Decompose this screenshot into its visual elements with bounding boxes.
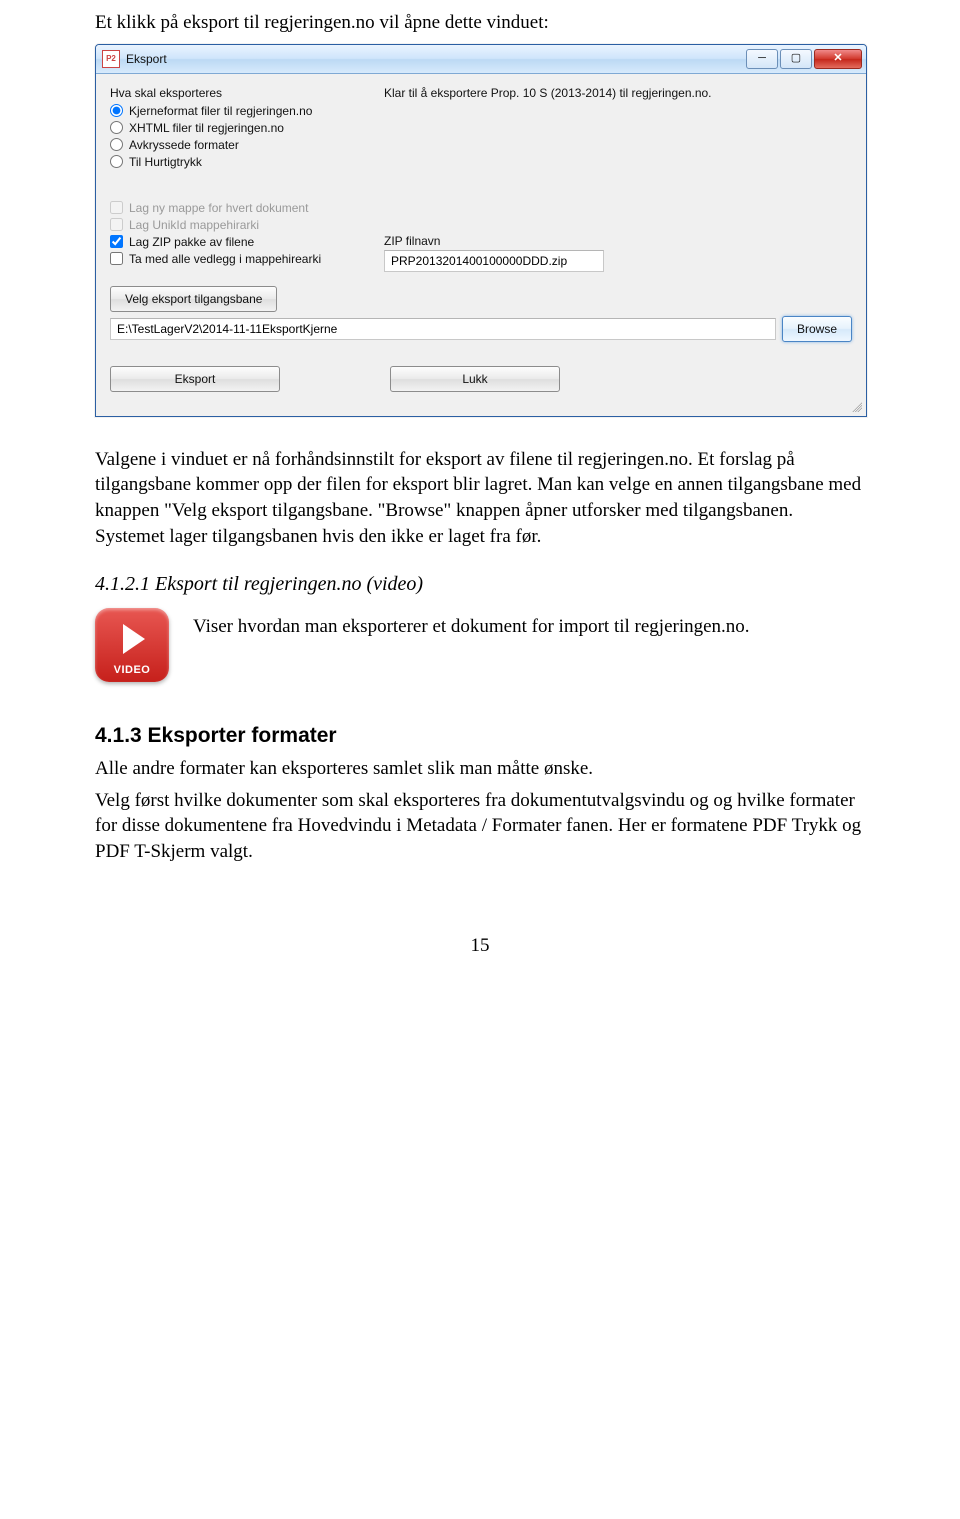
check-ny-mappe: Lag ny mappe for hvert dokument bbox=[110, 201, 380, 215]
minimize-button[interactable]: ─ bbox=[746, 49, 778, 69]
video-play-icon[interactable] bbox=[95, 608, 169, 682]
radio-hurtigtrykk-label: Til Hurtigtrykk bbox=[129, 155, 202, 169]
page-number: 15 bbox=[95, 935, 865, 957]
check-ny-mappe-label: Lag ny mappe for hvert dokument bbox=[129, 201, 308, 215]
radio-kjerneformat-label: Kjerneformat filer til regjeringen.no bbox=[129, 104, 312, 118]
check-zip-label: Lag ZIP pakke av filene bbox=[129, 235, 254, 249]
video-caption: Viser hvordan man eksporterer et dokumen… bbox=[193, 614, 750, 640]
check-unikid: Lag UnikId mappehirarki bbox=[110, 218, 380, 232]
choose-path-button[interactable]: Velg eksport tilgangsbane bbox=[110, 286, 277, 312]
export-path-input[interactable] bbox=[110, 318, 776, 340]
radio-xhtml-label: XHTML filer til regjeringen.no bbox=[129, 121, 284, 135]
browse-button[interactable]: Browse bbox=[782, 316, 852, 342]
section-413-p1: Alle andre formater kan eksporteres saml… bbox=[95, 756, 865, 782]
close-icon: ✕ bbox=[833, 53, 842, 64]
check-zip-input[interactable] bbox=[110, 235, 123, 248]
window-title: Eksport bbox=[126, 52, 167, 66]
status-text: Klar til å eksportere Prop. 10 S (2013-2… bbox=[384, 86, 852, 100]
resize-grip-icon[interactable] bbox=[850, 400, 862, 412]
radio-hurtigtrykk-input[interactable] bbox=[110, 155, 123, 168]
radio-xhtml[interactable]: XHTML filer til regjeringen.no bbox=[110, 121, 380, 135]
radio-xhtml-input[interactable] bbox=[110, 121, 123, 134]
zip-filename-label: ZIP filnavn bbox=[384, 234, 852, 248]
radio-avkryssede-label: Avkryssede formater bbox=[129, 138, 239, 152]
app-icon: P2 bbox=[102, 50, 120, 68]
section-413-p2: Velg først hvilke dokumenter som skal ek… bbox=[95, 788, 865, 865]
section-413-title: 4.1.3 Eksporter formater bbox=[95, 724, 865, 748]
radio-avkryssede-input[interactable] bbox=[110, 138, 123, 151]
export-button[interactable]: Eksport bbox=[110, 366, 280, 392]
check-vedlegg[interactable]: Ta med alle vedlegg i mappehirearki bbox=[110, 252, 380, 266]
export-what-label: Hva skal eksporteres bbox=[110, 86, 380, 100]
paragraph-valgene: Valgene i vinduet er nå forhåndsinnstilt… bbox=[95, 447, 865, 550]
intro-paragraph: Et klikk på eksport til regjeringen.no v… bbox=[95, 10, 865, 36]
close-window-button[interactable]: ✕ bbox=[814, 49, 862, 69]
zip-filename-input[interactable] bbox=[384, 250, 604, 272]
radio-kjerneformat-input[interactable] bbox=[110, 104, 123, 117]
maximize-button[interactable]: ▢ bbox=[780, 49, 812, 69]
check-unikid-input bbox=[110, 218, 123, 231]
check-vedlegg-input[interactable] bbox=[110, 252, 123, 265]
radio-avkryssede[interactable]: Avkryssede formater bbox=[110, 138, 380, 152]
check-vedlegg-label: Ta med alle vedlegg i mappehirearki bbox=[129, 252, 321, 266]
minimize-icon: ─ bbox=[758, 53, 766, 64]
video-heading: 4.1.2.1 Eksport til regjeringen.no (vide… bbox=[95, 573, 865, 596]
titlebar: P2 Eksport ─ ▢ ✕ bbox=[96, 45, 866, 74]
check-unikid-label: Lag UnikId mappehirarki bbox=[129, 218, 259, 232]
maximize-icon: ▢ bbox=[791, 53, 801, 64]
radio-kjerneformat[interactable]: Kjerneformat filer til regjeringen.no bbox=[110, 104, 380, 118]
radio-hurtigtrykk[interactable]: Til Hurtigtrykk bbox=[110, 155, 380, 169]
check-zip[interactable]: Lag ZIP pakke av filene bbox=[110, 235, 380, 249]
close-button[interactable]: Lukk bbox=[390, 366, 560, 392]
eksport-window: P2 Eksport ─ ▢ ✕ Hva skal eksporteres Kj… bbox=[95, 44, 867, 417]
check-ny-mappe-input bbox=[110, 201, 123, 214]
